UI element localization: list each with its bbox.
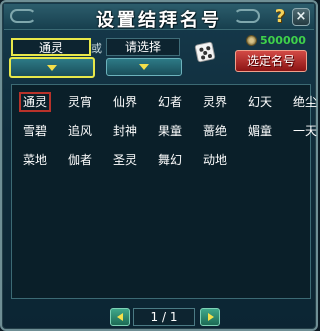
name-option[interactable]: 幻天 bbox=[244, 92, 276, 112]
name-option[interactable]: 仙界 bbox=[109, 92, 141, 112]
currency-amount: 500000 bbox=[260, 34, 306, 47]
coin-icon bbox=[246, 35, 257, 46]
naming-dialog: 设置结拜名号 ? × 通灵 或 请选择 500000 选定名号 通灵 灵宵 仙界 幻者… bbox=[0, 0, 318, 331]
name-option[interactable]: 通灵 bbox=[19, 92, 51, 112]
name-option[interactable]: 圣灵 bbox=[109, 150, 141, 170]
chevron-down-icon bbox=[47, 64, 57, 71]
dialog-title: 设置结拜名号 bbox=[96, 10, 222, 31]
name-option[interactable]: 雪碧 bbox=[19, 121, 51, 141]
name-option[interactable]: 果童 bbox=[154, 121, 186, 141]
close-button[interactable]: × bbox=[292, 8, 310, 26]
name-option[interactable]: 动地 bbox=[199, 150, 231, 170]
previous-page-button[interactable] bbox=[110, 308, 130, 326]
dice-icon[interactable] bbox=[194, 41, 216, 63]
name-option[interactable]: 幻者 bbox=[154, 92, 186, 112]
name-option[interactable]: 一天 bbox=[289, 121, 320, 141]
first-name-dropdown-button[interactable] bbox=[9, 57, 95, 78]
name-option[interactable]: 封神 bbox=[109, 121, 141, 141]
name-option[interactable]: 媚童 bbox=[244, 121, 276, 141]
second-name-dropdown-button[interactable] bbox=[106, 58, 182, 76]
name-option[interactable]: 蔷绝 bbox=[199, 121, 231, 141]
name-grid: 通灵 灵宵 仙界 幻者 灵界 幻天 绝尘雪碧 追风 封神 果童 蔷绝 媚童 一天菜地 伽者 圣灵 舞幻 动地 bbox=[11, 84, 317, 299]
first-name-field[interactable]: 通灵 bbox=[11, 38, 91, 56]
arrow-left-icon bbox=[117, 313, 123, 321]
second-name-field[interactable]: 请选择 bbox=[106, 38, 180, 56]
name-option[interactable]: 追风 bbox=[64, 121, 96, 141]
arrow-right-icon bbox=[208, 313, 214, 321]
name-option[interactable]: 菜地 bbox=[19, 150, 51, 170]
title-bar: 设置结拜名号 ? × bbox=[4, 4, 314, 31]
next-page-button[interactable] bbox=[200, 308, 220, 326]
name-option[interactable]: 舞幻 bbox=[154, 150, 186, 170]
page-indicator: 1 / 1 bbox=[133, 308, 195, 326]
name-option[interactable]: 灵界 bbox=[199, 92, 231, 112]
chevron-down-icon bbox=[139, 64, 149, 70]
help-button[interactable]: ? bbox=[272, 7, 288, 27]
confirm-name-button[interactable]: 选定名号 bbox=[235, 50, 307, 72]
name-option[interactable]: 绝尘 bbox=[289, 92, 320, 112]
name-option[interactable]: 灵宵 bbox=[64, 92, 96, 112]
or-label: 或 bbox=[91, 42, 102, 55]
name-option[interactable]: 伽者 bbox=[64, 150, 96, 170]
